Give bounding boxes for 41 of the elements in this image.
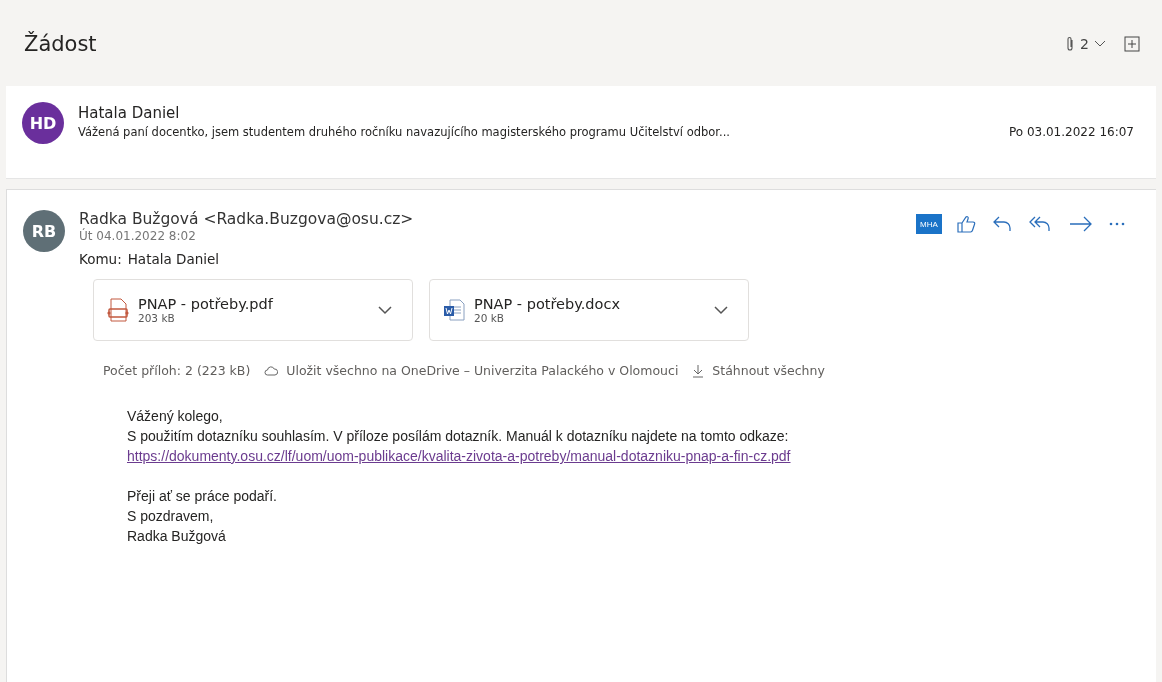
recipient-name: Hatala Daniel [127,251,220,267]
attachment-size: 203 kB [138,312,176,324]
word-file-icon [442,297,466,323]
more-icon[interactable] [1108,221,1126,227]
message-preview: Vážená paní docentko, jsem studentem druhého ročníku navazujícího magisterského programu Učitelství odbor... [78,125,730,139]
message-card[interactable]: HD Hatala Daniel Vážená paní docentko, jsem studentem druhého ročníku navazujícího magisterského programu Učitelství odbor... Po 03.01.2022 16:07 [6,86,1156,179]
attachment-name: PNAP - potřeby.docx [474,296,621,312]
to-label: Komu: [79,251,122,267]
addin-button[interactable]: MHA [916,214,942,234]
body-text: S pozdravem, [127,507,214,526]
save-all-button[interactable]: Uložit všechno na OneDrive – Univerzita Palackého v Olomouci [264,363,679,378]
body-text: S použitím dotazníku souhlasím. V příloze posílám dotazník. Manuál k dotazníku najdete na tomto odkaze: [127,427,789,446]
avatar: RB [23,210,65,252]
expand-icon[interactable] [1124,36,1140,52]
body-text: Radka Bužgová [127,527,226,546]
document-link[interactable]: https://dokumenty.osu.cz/lf/uom/uom-publikace/kvalita-zivota-a-potreby/manual-dotazniku-pnap-a-fin-cz.pdf [127,446,791,466]
pdf-file-icon [106,297,130,323]
attachment-summary: Počet příloh: 2 (223 kB) [103,363,251,378]
message-date: Po 03.01.2022 16:07 [1008,125,1134,139]
download-all-button[interactable]: Stáhnout všechny [692,363,825,378]
message-date: Út 04.01.2022 8:02 [79,229,197,243]
download-icon [692,363,705,378]
cloud-icon [264,365,279,376]
forward-icon[interactable] [1068,214,1094,234]
chevron-down-icon[interactable] [714,305,728,315]
avatar: HD [22,102,64,144]
paperclip-icon [1065,36,1076,52]
attachment-size: 20 kB [474,312,505,324]
attachment-card[interactable]: PNAP - potřeby.pdf 203 kB [93,279,413,341]
subject-title: Žádost [24,32,97,56]
sender-name: Radka Bužgová <Radka.Buzgova@osu.cz> [79,210,415,228]
attachment-name: PNAP - potřeby.pdf [138,296,274,312]
attachments-button[interactable]: 2 [1065,36,1106,52]
chevron-down-icon [1094,40,1106,48]
thumbs-up-icon[interactable] [956,214,978,234]
body-text: Vážený kolego, [127,407,223,426]
body-text: Přeji ať se práce podaří. [127,487,277,506]
reply-icon[interactable] [992,214,1014,234]
sender-name: Hatala Daniel [78,104,181,122]
chevron-down-icon[interactable] [378,305,392,315]
attachment-card[interactable]: PNAP - potřeby.docx 20 kB [429,279,749,341]
